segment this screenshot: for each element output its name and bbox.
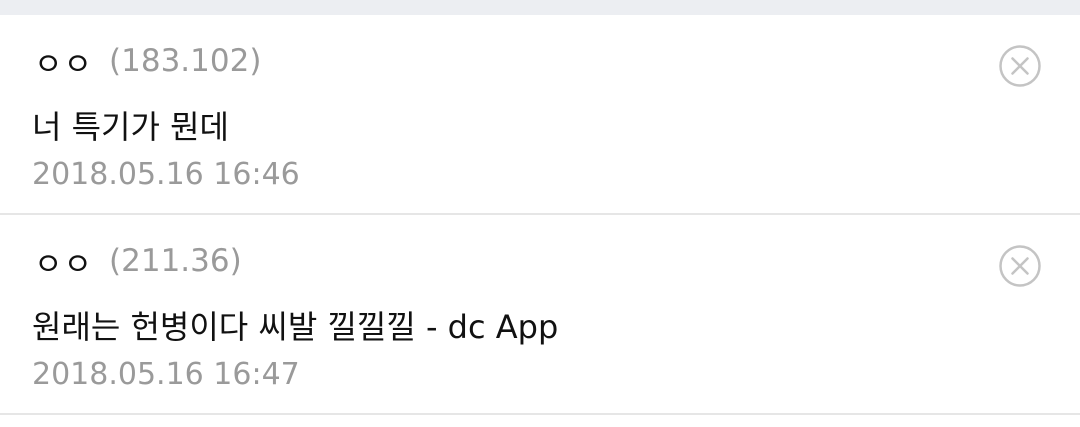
comment-item: ㅇㅇ (183.102) 너 특기가 뭔데 2018.05.16 16:46 <box>0 15 1080 215</box>
comment-list: ㅇㅇ (183.102) 너 특기가 뭔데 2018.05.16 16:46 ㅇ… <box>0 15 1080 415</box>
comment-item: ㅇㅇ (211.36) 원래는 헌병이다 씨발 낄낄낄 - dc App 201… <box>0 215 1080 415</box>
comment-header: ㅇㅇ (183.102) <box>34 39 262 84</box>
comment-date: 2018.05.16 16:46 <box>32 157 300 192</box>
close-circle-icon <box>999 45 1041 87</box>
comment-date: 2018.05.16 16:47 <box>32 357 300 392</box>
comment-nickname[interactable]: ㅇㅇ <box>34 239 93 284</box>
comment-ip: (211.36) <box>109 243 242 279</box>
comment-text: 너 특기가 뭔데 <box>32 108 229 146</box>
comment-ip: (183.102) <box>109 43 262 79</box>
close-circle-icon <box>999 245 1041 287</box>
delete-comment-button[interactable] <box>998 44 1042 88</box>
top-separator-band <box>0 0 1080 15</box>
comment-nickname[interactable]: ㅇㅇ <box>34 39 93 84</box>
comment-header: ㅇㅇ (211.36) <box>34 239 242 284</box>
comment-text: 원래는 헌병이다 씨발 낄낄낄 - dc App <box>32 308 559 346</box>
delete-comment-button[interactable] <box>998 244 1042 288</box>
